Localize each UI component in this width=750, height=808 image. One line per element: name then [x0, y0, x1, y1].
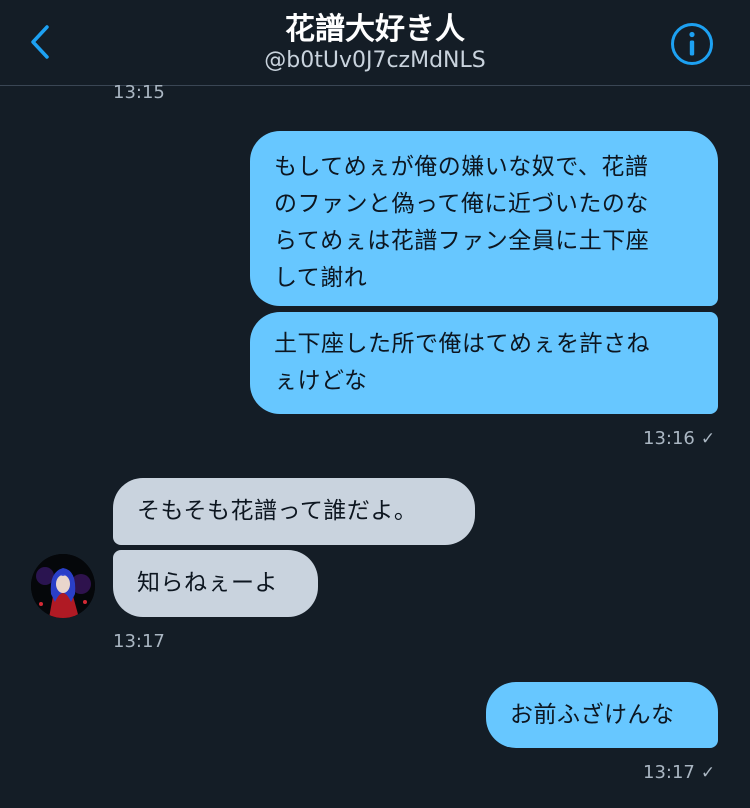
message-timestamp: 13:16 ✓: [643, 428, 715, 449]
received-message[interactable]: そもそも花譜って誰だよ。: [113, 478, 475, 545]
message-text-line: ぇけどな: [274, 368, 368, 394]
message-timestamp: 13:15: [113, 82, 165, 103]
message-text-line: して謝れ: [274, 265, 368, 291]
sent-message[interactable]: 土下座した所で俺はてめぇを許さね ぇけどな: [250, 312, 718, 414]
info-button[interactable]: [669, 21, 715, 67]
avatar[interactable]: [31, 554, 95, 618]
timestamp-text: 13:16: [643, 428, 695, 449]
message-text-line: 土下座した所で俺はてめぇを許さね: [274, 331, 650, 357]
dm-conversation-screen: 花譜大好き人 @b0tUv0J7czMdNLS 13:15 もしてめぇが俺の嫌い…: [0, 0, 750, 808]
received-message[interactable]: 知らねぇーよ: [113, 550, 318, 617]
sent-message[interactable]: お前ふざけんな: [486, 682, 718, 748]
info-circle-icon: [671, 23, 713, 65]
message-timestamp: 13:17 ✓: [643, 762, 715, 783]
conversation-header: 花譜大好き人 @b0tUv0J7czMdNLS: [0, 0, 750, 86]
sent-message[interactable]: もしてめぇが俺の嫌いな奴で、花譜 のファンと偽って俺に近づいたのな らてめぇは花…: [250, 131, 718, 306]
message-text-line: もしてめぇが俺の嫌いな奴で、花譜: [274, 154, 649, 180]
message-timestamp: 13:17: [113, 631, 165, 652]
conversation-handle: @b0tUv0J7czMdNLS: [264, 48, 486, 73]
checkmark-icon: ✓: [700, 429, 716, 449]
avatar-image: [31, 554, 95, 618]
timestamp-text: 13:17: [643, 762, 695, 783]
conversation-title: 花譜大好き人: [285, 12, 465, 47]
message-text-line: のファンと偽って俺に近づいたのな: [274, 191, 649, 217]
message-text-line: らてめぇは花譜ファン全員に土下座: [274, 228, 650, 254]
checkmark-icon: ✓: [700, 763, 716, 783]
